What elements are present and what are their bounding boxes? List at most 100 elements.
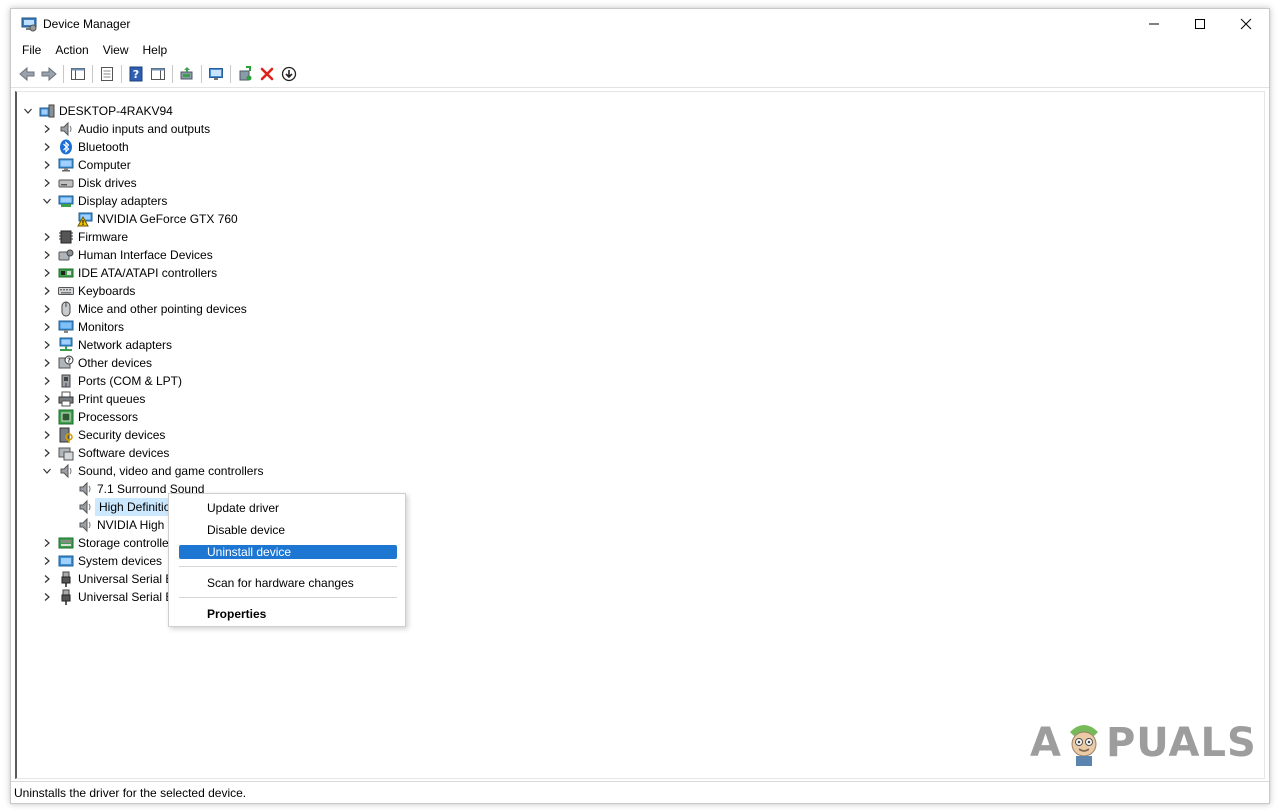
properties-button[interactable] (96, 63, 118, 85)
close-button[interactable] (1223, 9, 1269, 39)
forward-button[interactable] (38, 63, 60, 85)
tree-category[interactable]: Universal Serial Bu (40, 588, 180, 606)
tree-node-label: IDE ATA/ATAPI controllers (78, 266, 218, 280)
expand-toggle-collapsed[interactable] (40, 572, 54, 586)
tree-device[interactable]: NVIDIA GeForce GTX 760 (59, 210, 238, 228)
usb-icon (58, 589, 74, 605)
expand-toggle-collapsed[interactable] (40, 284, 54, 298)
network-icon (58, 337, 74, 353)
expand-toggle-expanded[interactable] (40, 194, 54, 208)
tree-category[interactable]: Sound, video and game controllers (40, 462, 263, 480)
tree-node-label: Monitors (78, 320, 125, 334)
expand-toggle-collapsed[interactable] (40, 266, 54, 280)
tree-category[interactable]: System devices (40, 552, 162, 570)
expand-toggle-collapsed[interactable] (40, 302, 54, 316)
tree-category[interactable]: Bluetooth (40, 138, 129, 156)
maximize-button[interactable] (1177, 9, 1223, 39)
download-button[interactable] (278, 63, 300, 85)
computer-root-icon (39, 103, 55, 119)
expand-toggle-expanded[interactable] (40, 464, 54, 478)
menu-view[interactable]: View (96, 40, 136, 60)
tree-category[interactable]: Mice and other pointing devices (40, 300, 247, 318)
tree-category[interactable]: Software devices (40, 444, 169, 462)
tree-category[interactable]: Universal Serial Bu (40, 570, 180, 588)
tree-category[interactable]: Human Interface Devices (40, 246, 213, 264)
keyboard-icon (58, 283, 74, 299)
tree-device[interactable]: High Definitio (59, 498, 175, 516)
hid-icon (58, 247, 74, 263)
tree-category[interactable]: IDE ATA/ATAPI controllers (40, 264, 217, 282)
expand-toggle-collapsed[interactable] (40, 392, 54, 406)
other-device-icon: ? (58, 355, 74, 371)
action-pane-button[interactable] (147, 63, 169, 85)
expand-toggle-collapsed[interactable] (40, 338, 54, 352)
tree-device[interactable]: NVIDIA High D (59, 516, 176, 534)
help-button[interactable]: ? (125, 63, 147, 85)
scan-hardware-button[interactable] (205, 63, 227, 85)
context-uninstall-device[interactable]: Uninstall device (179, 545, 397, 559)
close-icon (1240, 18, 1252, 30)
update-driver-button[interactable] (176, 63, 198, 85)
expand-toggle-collapsed[interactable] (40, 410, 54, 424)
context-properties[interactable]: Properties (179, 607, 397, 621)
context-disable-device[interactable]: Disable device (179, 523, 397, 537)
minimize-button[interactable] (1131, 9, 1177, 39)
chevron-right-icon (44, 233, 50, 241)
tree-category[interactable]: Storage controlle (40, 534, 169, 552)
tree-category[interactable]: Security devices (40, 426, 165, 444)
tree-category[interactable]: Keyboards (40, 282, 135, 300)
expand-toggle-expanded[interactable] (21, 104, 35, 118)
menu-help[interactable]: Help (136, 40, 175, 60)
console-tree-icon (71, 68, 85, 80)
menu-file[interactable]: File (11, 40, 48, 60)
chevron-right-icon (44, 269, 50, 277)
menu-action[interactable]: Action (48, 40, 95, 60)
expand-toggle-collapsed[interactable] (40, 158, 54, 172)
expand-toggle-collapsed[interactable] (40, 554, 54, 568)
expand-toggle-collapsed[interactable] (40, 590, 54, 604)
expand-toggle-collapsed[interactable] (40, 248, 54, 262)
tree-category[interactable]: Firmware (40, 228, 128, 246)
tree-category[interactable]: Monitors (40, 318, 124, 336)
chevron-right-icon (44, 305, 50, 313)
add-legacy-hardware-button[interactable] (234, 63, 256, 85)
context-update-driver[interactable]: Update driver (179, 501, 397, 515)
expand-toggle-collapsed[interactable] (40, 374, 54, 388)
expand-toggle-collapsed[interactable] (40, 320, 54, 334)
uninstall-button[interactable] (256, 63, 278, 85)
tree-node-label: Disk drives (78, 176, 137, 190)
tree-category[interactable]: ? Other devices (40, 354, 152, 372)
tree-category[interactable]: Disk drives (40, 174, 137, 192)
tree-category[interactable]: Processors (40, 408, 138, 426)
back-button[interactable] (16, 63, 38, 85)
tree-node-label: Audio inputs and outputs (78, 122, 211, 136)
tree-category[interactable]: Audio inputs and outputs (40, 120, 210, 138)
expand-toggle-collapsed[interactable] (40, 230, 54, 244)
expand-toggle-collapsed[interactable] (40, 122, 54, 136)
context-scan-hardware[interactable]: Scan for hardware changes (179, 576, 397, 590)
speaker-icon (58, 121, 74, 137)
tree-category[interactable]: Ports (COM & LPT) (40, 372, 182, 390)
tree-category[interactable]: Display adapters (40, 192, 167, 210)
context-separator (179, 566, 397, 567)
monitor-icon (58, 319, 74, 335)
expand-toggle-collapsed[interactable] (40, 356, 54, 370)
expand-toggle-collapsed[interactable] (40, 428, 54, 442)
tree-category[interactable]: Computer (40, 156, 131, 174)
bluetooth-icon (58, 139, 74, 155)
expand-toggle-collapsed[interactable] (40, 536, 54, 550)
tree-category[interactable]: Print queues (40, 390, 145, 408)
tree-category[interactable]: Network adapters (40, 336, 172, 354)
tree-node-label: Ports (COM & LPT) (78, 374, 183, 388)
toolbar: ? (11, 62, 1269, 86)
tree-root[interactable]: DESKTOP-4RAKV94 (21, 102, 173, 120)
context-separator (179, 597, 397, 598)
expand-toggle-collapsed[interactable] (40, 176, 54, 190)
show-hide-console-tree-button[interactable] (67, 63, 89, 85)
title-bar: Device Manager (11, 9, 1269, 39)
expand-toggle-collapsed[interactable] (40, 140, 54, 154)
expand-toggle-collapsed[interactable] (40, 446, 54, 460)
minimize-icon (1149, 23, 1159, 25)
security-icon (58, 427, 74, 443)
chevron-right-icon (44, 287, 50, 295)
